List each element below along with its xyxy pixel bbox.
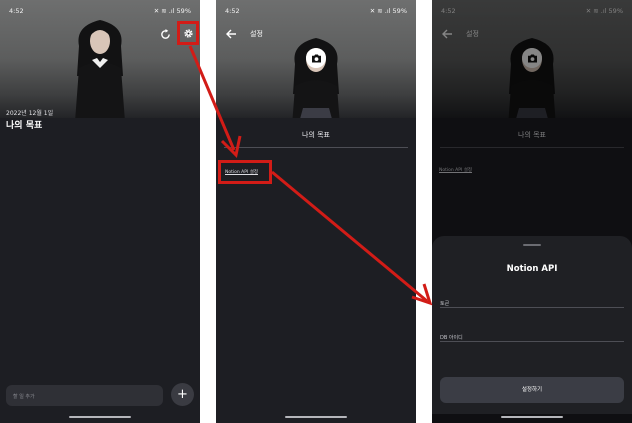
settings-screen: 4:52 ✕ ≋ .ıl 59% 설정 나의 목표 Notion API 설정 — [216, 0, 416, 423]
gear-icon — [183, 28, 193, 38]
notion-sheet-screen: 4:52 ✕ ≋ .ıl 59% 설정 나의 목표 Notion API 설정 … — [432, 0, 632, 423]
token-field[interactable] — [440, 290, 624, 313]
home-indicator — [285, 416, 347, 418]
back-button[interactable] — [225, 25, 239, 39]
todo-input[interactable]: 할 일 추가 — [6, 385, 163, 406]
goal-title: 나의 목표 — [302, 131, 330, 139]
status-time: 4:52 — [225, 7, 240, 15]
refresh-button[interactable] — [157, 26, 173, 42]
token-input[interactable] — [440, 295, 624, 313]
appbar-title: 설정 — [250, 30, 263, 38]
status-bar: 4:52 ✕ ≋ .ıl 59% — [216, 0, 416, 20]
status-time: 4:52 — [9, 7, 24, 15]
add-button[interactable]: + — [171, 383, 194, 406]
change-photo-button[interactable] — [306, 48, 326, 68]
back-arrow-icon — [226, 29, 236, 39]
title-underline — [224, 147, 408, 148]
home-indicator — [501, 416, 563, 418]
status-bar: 4:52 ✕ ≋ .ıl 59% — [0, 0, 200, 20]
db-id-input[interactable] — [440, 329, 624, 347]
home-indicator — [69, 416, 131, 418]
notion-api-bottom-sheet: Notion API 설정하기 — [432, 236, 632, 414]
status-icons: ✕ ≋ .ıl 59% — [369, 7, 407, 15]
portrait-photo — [292, 38, 340, 118]
sheet-drag-handle[interactable] — [523, 244, 541, 246]
settings-button[interactable] — [177, 21, 199, 45]
notion-api-settings-link[interactable]: Notion API 설정 — [218, 160, 272, 184]
submit-settings-button[interactable]: 설정하기 — [440, 377, 624, 403]
date-label: 2022년 12월 1일 — [6, 110, 54, 117]
db-id-field[interactable] — [440, 324, 624, 347]
sheet-title: Notion API — [506, 264, 558, 274]
portrait-photo — [75, 20, 125, 118]
camera-icon — [311, 54, 321, 63]
home-screen: 4:52 ✕ ≋ .ıl 59% 2022년 12월 1일 나의 목표 할 일 … — [0, 0, 200, 423]
page-title: 나의 목표 — [6, 121, 43, 131]
status-icons: ✕ ≋ .ıl 59% — [153, 7, 191, 15]
refresh-icon — [160, 28, 170, 39]
